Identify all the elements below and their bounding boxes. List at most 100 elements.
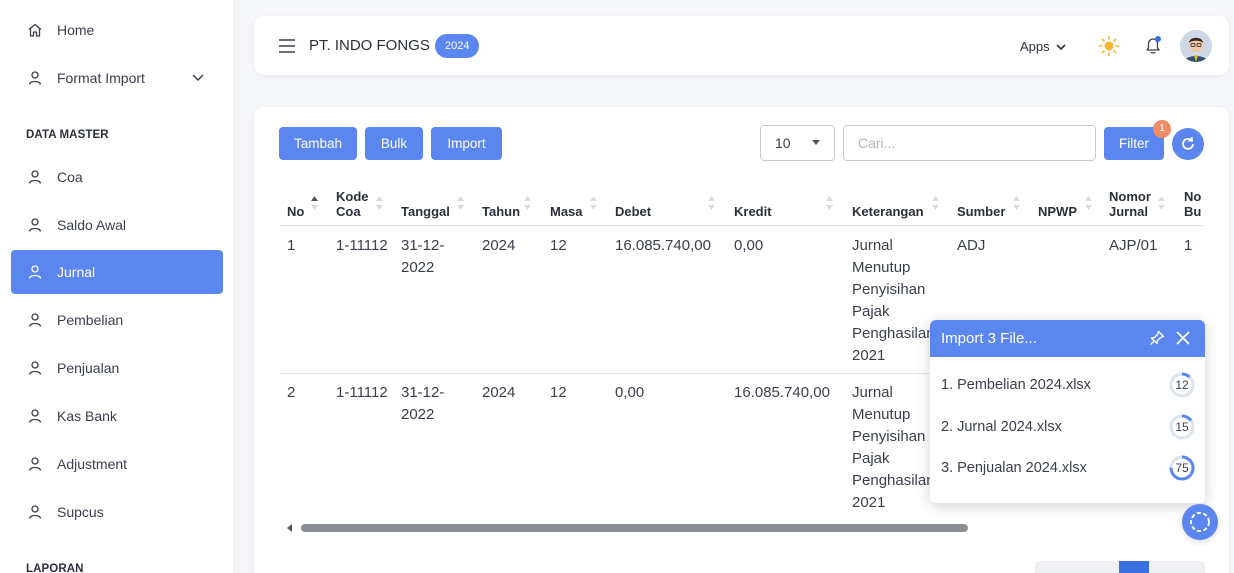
column-header-nomor-jurnal[interactable]: Nomor Jurnal	[1109, 183, 1157, 226]
cell-keterangan: Jurnal Menutup Penyisihan Pajak Penghasi…	[852, 384, 935, 511]
current-page-button[interactable]	[1119, 561, 1149, 573]
sort-icon	[1085, 196, 1092, 210]
pin-icon[interactable]	[1148, 329, 1166, 347]
cell-tanggal: 31-12-2022	[401, 384, 445, 423]
column-header-tanggal[interactable]: Tanggal	[401, 183, 450, 226]
column-header-no-bukti[interactable]: No Bu	[1184, 183, 1204, 226]
cell-tahun: 2024	[482, 384, 516, 401]
hamburger-menu-icon[interactable]	[278, 38, 296, 54]
search-input[interactable]	[843, 125, 1096, 161]
top-header: PT. INDO FONGS 2024 Apps	[254, 16, 1229, 75]
bell-icon[interactable]	[1142, 34, 1164, 56]
sidebar-item-home[interactable]: Home	[11, 8, 223, 52]
user-icon	[28, 361, 42, 375]
year-badge[interactable]: 2024	[435, 34, 480, 58]
scrollbar-thumb[interactable]	[301, 524, 968, 532]
chevron-down-icon	[1056, 43, 1066, 50]
sun-icon[interactable]	[1098, 35, 1120, 57]
cell-no-bukti: 1	[1184, 237, 1193, 254]
progress-value: 15	[1175, 420, 1189, 434]
column-header-masa[interactable]: Masa	[550, 183, 583, 226]
sort-icon	[932, 196, 939, 210]
avatar-image	[1180, 30, 1212, 62]
file-name: 1. Pembelian 2024.xlsx	[941, 377, 1091, 393]
user-icon	[28, 457, 42, 471]
caret-down-icon	[812, 140, 820, 145]
sort-icon	[1013, 196, 1020, 210]
progress-value: 12	[1175, 378, 1189, 392]
sidebar-item-adjustment[interactable]: Adjustment	[11, 442, 223, 486]
sort-icon	[457, 196, 464, 210]
sidebar-item-jurnal[interactable]: Jurnal	[11, 250, 223, 294]
column-header-kode-coa[interactable]: Kode Coa	[336, 183, 376, 226]
cell-debet: 0,00	[615, 384, 645, 401]
sidebar-item-label: Saldo Awal	[57, 217, 127, 233]
column-header-sumber[interactable]: Sumber	[957, 183, 1005, 226]
sidebar-item-label: Home	[57, 22, 95, 38]
user-icon	[28, 313, 42, 327]
cell-no: 1	[287, 237, 296, 254]
user-icon	[28, 265, 42, 279]
tambah-button[interactable]: Tambah	[279, 127, 357, 160]
cell-masa: 12	[550, 237, 567, 254]
import-file-item: 3. Penjualan 2024.xlsx 75	[941, 453, 1196, 483]
chevron-down-icon	[192, 74, 204, 82]
apps-dropdown[interactable]: Apps	[1020, 39, 1067, 54]
import-progress-popup: Import 3 File... 1. Pembelian 2024.xlsx …	[930, 320, 1205, 503]
column-header-kredit[interactable]: Kredit	[734, 183, 772, 226]
sidebar-item-label: Coa	[57, 169, 83, 185]
column-header-npwp[interactable]: NPWP	[1038, 183, 1077, 226]
cell-kredit: 0,00	[734, 237, 764, 254]
column-header-keterangan[interactable]: Keterangan	[852, 183, 924, 226]
company-name: PT. INDO FONGS	[309, 37, 430, 54]
sidebar-item-label: Jurnal	[57, 264, 96, 280]
scroll-left-arrow-icon[interactable]	[287, 524, 292, 532]
sort-icon	[708, 196, 715, 210]
section-title-laporan: LAPORAN	[26, 563, 84, 573]
cell-sumber: ADJ	[957, 237, 986, 254]
sort-icon	[311, 196, 318, 210]
home-icon	[28, 23, 42, 37]
cell-tahun: 2024	[482, 237, 516, 254]
apps-label: Apps	[1020, 39, 1050, 54]
sidebar-item-label: Supcus	[57, 504, 104, 520]
pagination	[1035, 561, 1205, 573]
import-file-item: 1. Pembelian 2024.xlsx 12	[941, 370, 1196, 400]
file-name: 2. Jurnal 2024.xlsx	[941, 419, 1062, 435]
cell-no: 2	[287, 384, 296, 401]
filter-count-badge: 1	[1153, 120, 1171, 138]
sidebar-item-pembelian[interactable]: Pembelian	[11, 298, 223, 342]
column-header-debet[interactable]: Debet	[615, 183, 651, 226]
sidebar-item-kas-bank[interactable]: Kas Bank	[11, 394, 223, 438]
page-size-value: 10	[775, 135, 791, 151]
sidebar-item-saldo-awal[interactable]: Saldo Awal	[11, 203, 223, 247]
sidebar-item-label: Kas Bank	[57, 408, 117, 424]
sidebar-item-coa[interactable]: Coa	[11, 155, 223, 199]
sort-icon	[826, 196, 833, 210]
sidebar-item-label: Format Import	[57, 70, 145, 86]
page-size-select[interactable]: 10	[760, 125, 835, 161]
sidebar-item-format-import[interactable]: Format Import	[11, 56, 223, 100]
user-icon	[28, 218, 42, 232]
cell-kredit: 16.085.740,00	[734, 384, 830, 401]
column-header-tahun[interactable]: Tahun	[482, 183, 520, 226]
sidebar-item-supcus[interactable]: Supcus	[11, 490, 223, 534]
import-button[interactable]: Import	[431, 127, 502, 160]
sidebar-item-penjualan[interactable]: Penjualan	[11, 346, 223, 390]
cell-masa: 12	[550, 384, 567, 401]
user-icon	[28, 71, 42, 85]
cell-kode-coa: 1-11112	[336, 384, 388, 401]
column-header-no[interactable]: No	[287, 183, 304, 226]
cell-kode-coa: 1-11112	[336, 237, 388, 254]
horizontal-scrollbar[interactable]	[279, 523, 1204, 533]
close-icon[interactable]	[1174, 329, 1192, 347]
bulk-button[interactable]: Bulk	[365, 127, 423, 160]
avatar[interactable]	[1180, 30, 1212, 62]
refresh-button[interactable]	[1172, 128, 1204, 160]
sort-icon	[376, 196, 383, 210]
loading-fab-button[interactable]	[1182, 504, 1218, 540]
section-title-data-master: DATA MASTER	[26, 129, 109, 141]
sort-icon	[1158, 196, 1165, 210]
cell-nomor-jurnal: AJP/01	[1109, 237, 1158, 254]
import-file-item: 2. Jurnal 2024.xlsx 15	[941, 412, 1196, 442]
